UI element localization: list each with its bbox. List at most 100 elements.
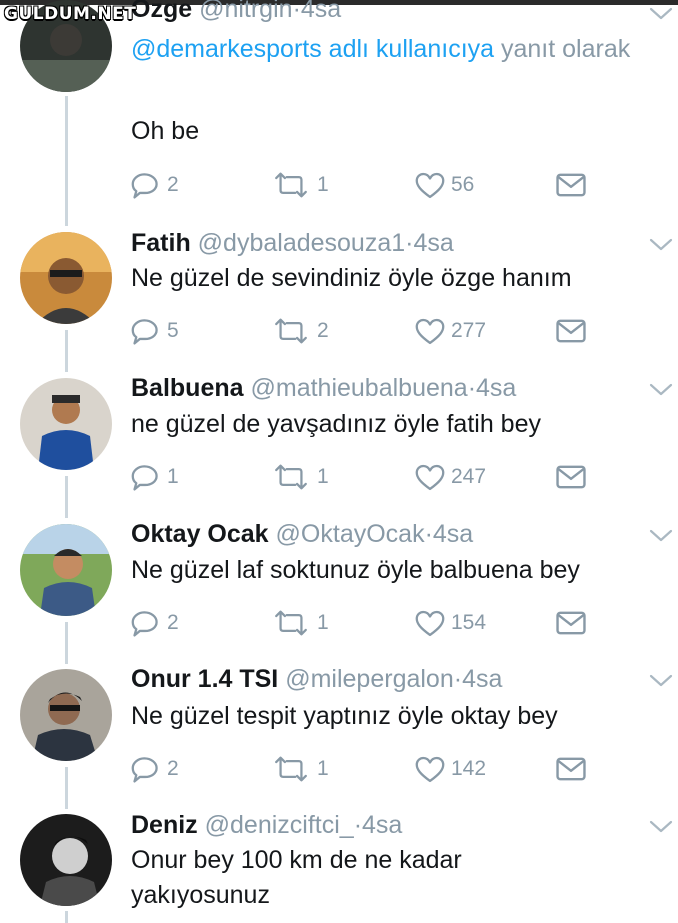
avatar[interactable] xyxy=(20,814,112,906)
separator: · xyxy=(453,665,463,693)
retweet-count: 1 xyxy=(317,757,329,780)
mention-link[interactable]: @demarkesports adlı kullanıcıya xyxy=(131,35,494,63)
display-name[interactable]: Fatih xyxy=(131,229,191,257)
direct-message-button[interactable] xyxy=(555,753,587,785)
direct-message-button[interactable] xyxy=(555,169,587,201)
heart-icon xyxy=(415,464,445,491)
display-name[interactable]: Oktay Ocak xyxy=(131,520,269,548)
chevron-down-icon[interactable] xyxy=(648,382,674,398)
like-count: 247 xyxy=(451,465,487,488)
tweet-header: Fatih @dybaladesouza1·4sa xyxy=(131,228,454,258)
timestamp[interactable]: 4sa xyxy=(362,811,402,839)
user-handle[interactable]: @milepergalon xyxy=(285,665,454,693)
reply-count: 2 xyxy=(167,611,179,634)
avatar[interactable] xyxy=(20,524,112,616)
timestamp[interactable]: 4sa xyxy=(462,665,502,693)
retweet-count: 2 xyxy=(317,319,329,342)
reply-button[interactable]: 5 xyxy=(131,315,179,347)
timestamp[interactable]: 4sa xyxy=(433,520,473,548)
user-handle[interactable]: @nitrgin xyxy=(199,0,292,23)
tweet-header: Deniz @denizciftci_·4sa xyxy=(131,810,402,840)
like-count: 56 xyxy=(451,173,475,196)
tweet-actions: 5 2 277 xyxy=(131,315,601,347)
reply-icon xyxy=(131,608,161,638)
chevron-down-icon[interactable] xyxy=(648,819,674,835)
thread-line xyxy=(65,911,68,923)
separator: · xyxy=(353,811,363,839)
retweet-icon xyxy=(271,609,311,637)
heart-icon xyxy=(415,318,445,345)
reply-button[interactable]: 2 xyxy=(131,607,179,639)
like-button[interactable]: 56 xyxy=(415,169,474,201)
like-count: 142 xyxy=(451,757,487,780)
tweet-text: yakıyosunuz xyxy=(131,881,270,909)
retweet-button[interactable]: 1 xyxy=(271,753,329,785)
like-count: 277 xyxy=(451,319,487,342)
retweet-icon xyxy=(271,755,311,783)
avatar[interactable] xyxy=(20,378,112,470)
retweet-button[interactable]: 1 xyxy=(271,169,329,201)
reply-button[interactable]: 2 xyxy=(131,753,179,785)
envelope-icon xyxy=(555,756,587,782)
reply-icon xyxy=(131,316,161,346)
user-handle[interactable]: @mathieubalbuena xyxy=(250,374,467,402)
timestamp[interactable]: 4sa xyxy=(301,0,341,23)
like-button[interactable]: 154 xyxy=(415,607,486,639)
avatar[interactable] xyxy=(20,232,112,324)
reply-context: @demarkesports adlı kullanıcıya yanıt ol… xyxy=(131,30,651,69)
reply-icon xyxy=(131,462,161,492)
direct-message-button[interactable] xyxy=(555,461,587,493)
display-name[interactable]: Deniz xyxy=(131,811,198,839)
display-name[interactable]: Onur 1.4 TSI xyxy=(131,665,278,693)
retweet-icon xyxy=(271,171,311,199)
user-handle[interactable]: @dybaladesouza1 xyxy=(198,229,405,257)
direct-message-button[interactable] xyxy=(555,315,587,347)
retweet-button[interactable]: 2 xyxy=(271,315,329,347)
like-button[interactable]: 277 xyxy=(415,315,486,347)
user-handle[interactable]: @OktayOcak xyxy=(276,520,425,548)
direct-message-button[interactable] xyxy=(555,607,587,639)
reply-icon xyxy=(131,754,161,784)
tweet-text: Ne güzel de sevindiniz öyle özge hanım xyxy=(131,264,572,292)
retweet-button[interactable]: 1 xyxy=(271,607,329,639)
retweet-button[interactable]: 1 xyxy=(271,461,329,493)
avatar[interactable] xyxy=(20,669,112,761)
envelope-icon xyxy=(555,464,587,490)
reply-button[interactable]: 2 xyxy=(131,169,179,201)
tweet-text: Onur bey 100 km de ne kadar xyxy=(131,846,462,874)
chevron-down-icon[interactable] xyxy=(648,237,674,253)
reply-count: 1 xyxy=(167,465,179,488)
envelope-icon xyxy=(555,610,587,636)
chevron-down-icon[interactable] xyxy=(648,528,674,544)
tweet-header: Özge @nitrgin·4sa xyxy=(131,0,341,24)
user-handle[interactable]: @denizciftci_ xyxy=(205,811,354,839)
like-button[interactable]: 247 xyxy=(415,461,486,493)
heart-icon xyxy=(415,172,445,199)
reply-count: 5 xyxy=(167,319,179,342)
tweet-actions: 2 1 56 xyxy=(131,169,601,201)
reply-button[interactable]: 1 xyxy=(131,461,179,493)
chevron-down-icon[interactable] xyxy=(648,673,674,689)
thread-line xyxy=(65,330,68,372)
display-name[interactable]: Balbuena xyxy=(131,374,244,402)
retweet-count: 1 xyxy=(317,465,329,488)
tweet-actions: 2 1 142 xyxy=(131,753,601,785)
heart-icon xyxy=(415,756,445,783)
timestamp[interactable]: 4sa xyxy=(476,374,516,402)
reply-icon xyxy=(131,170,161,200)
like-button[interactable]: 142 xyxy=(415,753,486,785)
retweet-count: 1 xyxy=(317,173,329,196)
thread-line xyxy=(65,767,68,809)
timestamp[interactable]: 4sa xyxy=(413,229,453,257)
envelope-icon xyxy=(555,172,587,198)
tweet-header: Onur 1.4 TSI @milepergalon·4sa xyxy=(131,664,502,694)
heart-icon xyxy=(415,610,445,637)
separator: · xyxy=(292,0,301,23)
tweet-actions: 1 1 247 xyxy=(131,461,601,493)
reply-count: 2 xyxy=(167,173,179,196)
tweet-header: Oktay Ocak @OktayOcak·4sa xyxy=(131,519,473,549)
chevron-down-icon[interactable] xyxy=(648,6,674,22)
reply-suffix: yanıt olarak xyxy=(501,35,631,63)
separator: · xyxy=(467,374,477,402)
reply-count: 2 xyxy=(167,757,179,780)
